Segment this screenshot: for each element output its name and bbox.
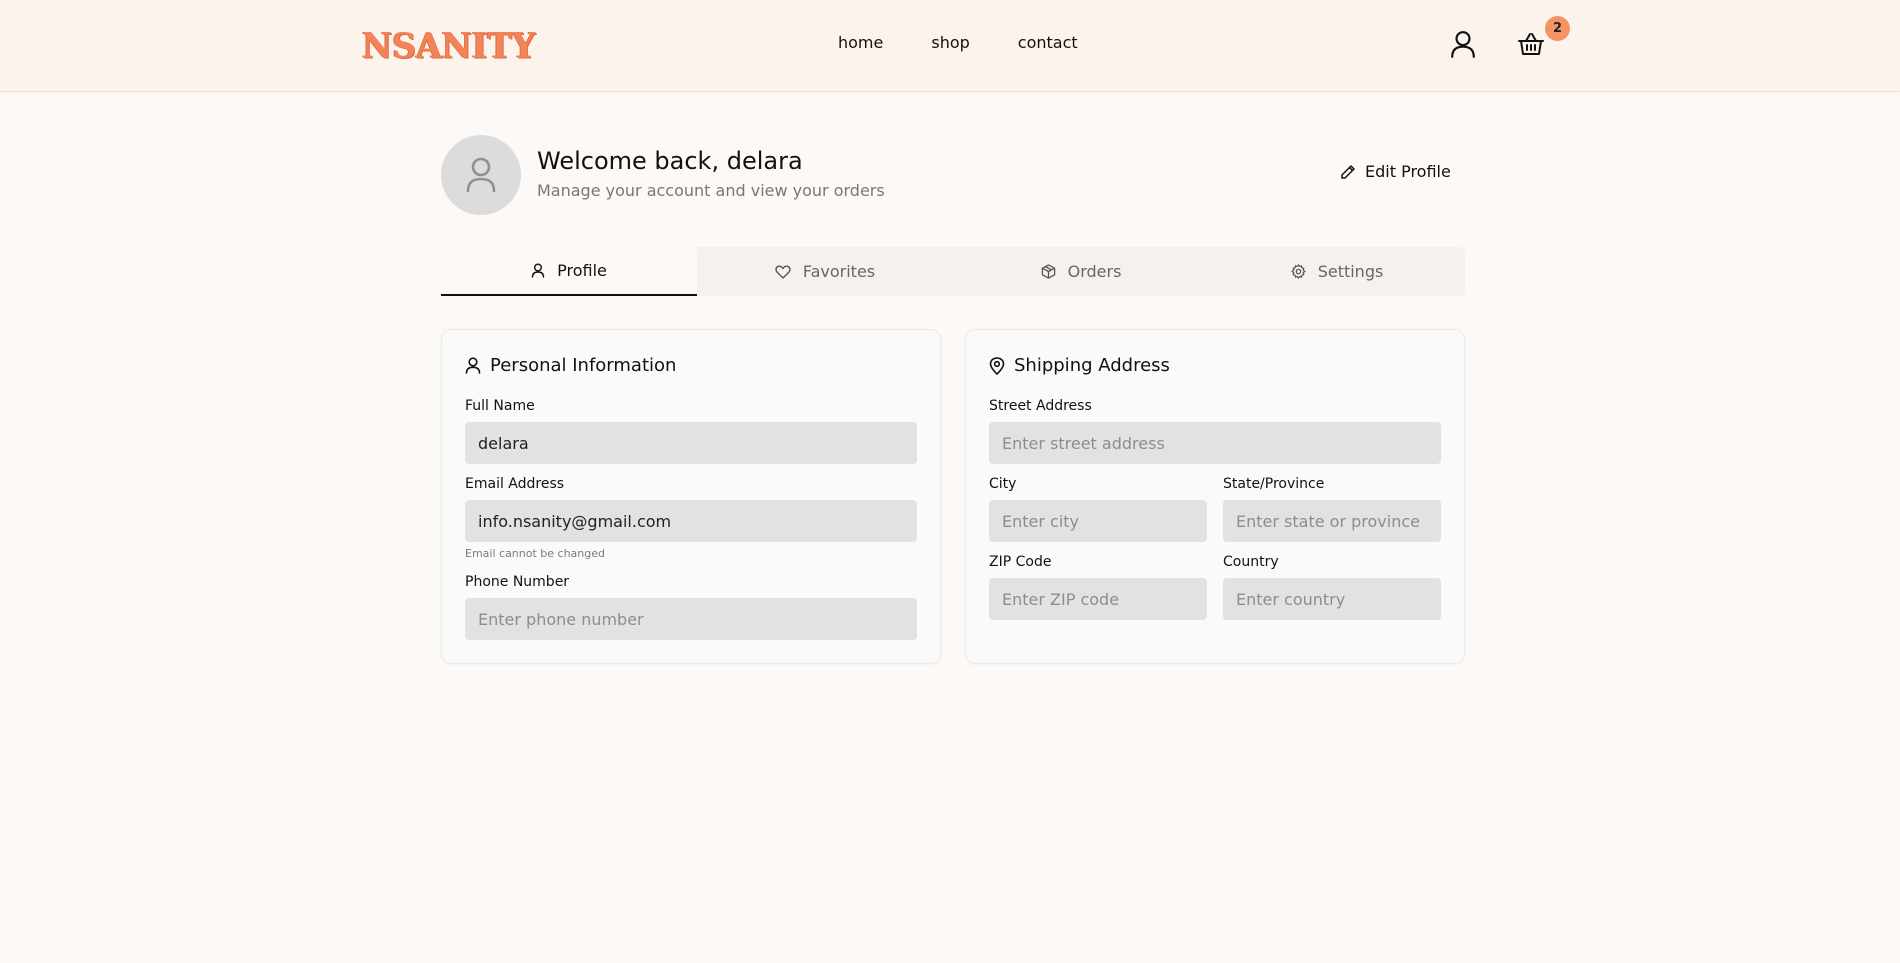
- main-nav: home shop contact: [838, 33, 1078, 52]
- street-input[interactable]: [989, 422, 1441, 464]
- tab-settings[interactable]: Settings: [1209, 247, 1465, 296]
- user-icon: [465, 357, 481, 374]
- email-input[interactable]: [465, 500, 917, 542]
- street-label: Street Address: [989, 398, 1092, 414]
- edit-profile-label: Edit Profile: [1365, 162, 1451, 181]
- basket-icon[interactable]: [1518, 32, 1544, 56]
- account-icon[interactable]: [1450, 30, 1476, 58]
- nav-home[interactable]: home: [838, 33, 883, 52]
- tab-favorites-label: Favorites: [802, 262, 876, 281]
- shipping-address-card: Shipping Address Street Address City Sta…: [965, 329, 1465, 664]
- phone-label: Phone Number: [465, 574, 570, 590]
- tab-favorites[interactable]: Favorites: [697, 247, 953, 296]
- city-input[interactable]: [989, 500, 1207, 542]
- state-input[interactable]: [1223, 500, 1441, 542]
- email-hint: Email cannot be changed: [465, 547, 605, 560]
- heart-icon: [775, 264, 791, 279]
- tab-profile[interactable]: Profile: [441, 247, 697, 296]
- country-input[interactable]: [1223, 578, 1441, 620]
- full-name-label: Full Name: [465, 398, 535, 414]
- country-label: Country: [1223, 554, 1279, 570]
- shipping-address-title-text: Shipping Address: [1014, 355, 1170, 376]
- pencil-icon: [1341, 164, 1355, 179]
- zip-label: ZIP Code: [989, 554, 1052, 570]
- profile-tabs: Profile Favorites Orders Settings: [441, 247, 1465, 296]
- map-pin-icon: [989, 356, 1005, 375]
- tab-settings-label: Settings: [1317, 262, 1384, 281]
- tab-orders[interactable]: Orders: [953, 247, 1209, 296]
- gear-icon: [1290, 264, 1306, 279]
- personal-info-title: Personal Information: [465, 355, 676, 376]
- edit-profile-button[interactable]: Edit Profile: [1332, 158, 1459, 185]
- avatar: [441, 135, 521, 215]
- city-label: City: [989, 476, 1017, 492]
- package-icon: [1041, 264, 1055, 279]
- user-placeholder-icon: [466, 157, 496, 193]
- phone-input[interactable]: [465, 598, 917, 640]
- state-label: State/Province: [1223, 476, 1325, 492]
- site-header: NSANITY home shop contact 2: [0, 0, 1900, 92]
- shipping-address-title: Shipping Address: [989, 355, 1170, 376]
- nav-shop[interactable]: shop: [931, 33, 969, 52]
- site-logo[interactable]: NSANITY: [362, 25, 535, 66]
- nav-contact[interactable]: contact: [1018, 33, 1078, 52]
- welcome-subtitle: Manage your account and view your orders: [537, 181, 885, 200]
- tab-orders-label: Orders: [1067, 262, 1122, 281]
- user-icon: [531, 263, 545, 278]
- cart-count-badge: 2: [1545, 16, 1570, 41]
- tab-profile-label: Profile: [557, 261, 607, 280]
- full-name-input[interactable]: [465, 422, 917, 464]
- welcome-title: Welcome back, delara: [537, 147, 803, 175]
- personal-info-card: Personal Information Full Name Email Add…: [441, 329, 941, 664]
- email-label: Email Address: [465, 476, 565, 492]
- zip-input[interactable]: [989, 578, 1207, 620]
- personal-info-title-text: Personal Information: [490, 355, 677, 376]
